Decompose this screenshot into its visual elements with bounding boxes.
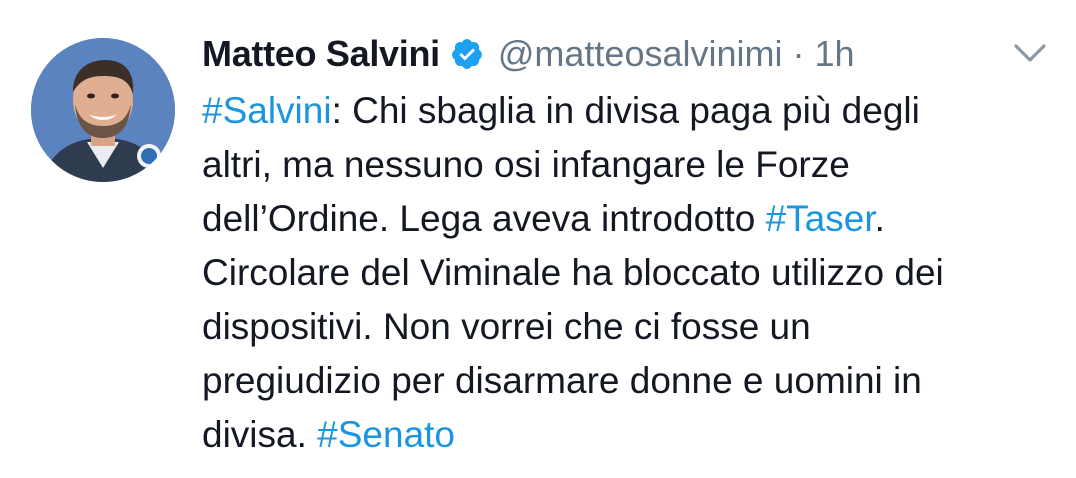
tweet-text-segment: pregiudizio per disarmare donne e uomini… <box>202 360 922 401</box>
author-handle[interactable]: @matteosalvinimi <box>498 33 783 75</box>
profile-photo <box>31 38 175 182</box>
tweet-timestamp[interactable]: 1h <box>814 33 854 75</box>
tweet-text-segment: dell’Ordine. Lega aveva introdotto <box>202 198 766 239</box>
verified-badge-icon <box>450 37 484 71</box>
tweet-text-segment: Circolare del Viminale ha bloccato utili… <box>202 252 944 293</box>
tweet-text-line: dell’Ordine. Lega aveva introdotto #Tase… <box>202 192 1052 246</box>
tweet-text-line: altri, ma nessuno osi infangare le Forze <box>202 138 1052 192</box>
separator-dot: · <box>792 33 805 74</box>
tweet-text-segment: : Chi sbaglia in divisa paga più degli <box>331 90 920 131</box>
tweet-text-line: #Salvini: Chi sbaglia in divisa paga più… <box>202 84 1052 138</box>
hashtag-link[interactable]: #Taser <box>766 198 875 239</box>
tweet-text-segment: divisa. <box>202 414 318 455</box>
author-name[interactable]: Matteo Salvini <box>202 33 440 75</box>
tweet-text-line: divisa. #Senato <box>202 408 1052 462</box>
tweet-text-line: pregiudizio per disarmare donne e uomini… <box>202 354 1052 408</box>
tweet-text: #Salvini: Chi sbaglia in divisa paga più… <box>202 84 1052 462</box>
tweet-text-line: Circolare del Viminale ha bloccato utili… <box>202 246 1052 300</box>
chevron-down-icon[interactable] <box>1010 38 1050 68</box>
hashtag-link[interactable]: #Senato <box>317 414 455 455</box>
hashtag-link[interactable]: #Salvini <box>202 90 332 131</box>
tweet-text-segment: dispositivi. Non vorrei che ci fosse un <box>202 306 811 347</box>
tweet-card: Matteo Salvini @matteosalvinimi · 1h #Sa… <box>0 0 1076 478</box>
tweet-header: Matteo Salvini @matteosalvinimi · 1h <box>202 28 855 80</box>
tweet-text-segment: . <box>874 198 885 239</box>
tweet-text-line: dispositivi. Non vorrei che ci fosse un <box>202 300 1052 354</box>
avatar[interactable] <box>31 38 175 182</box>
tweet-text-segment: altri, ma nessuno osi infangare le Forze <box>202 144 850 185</box>
